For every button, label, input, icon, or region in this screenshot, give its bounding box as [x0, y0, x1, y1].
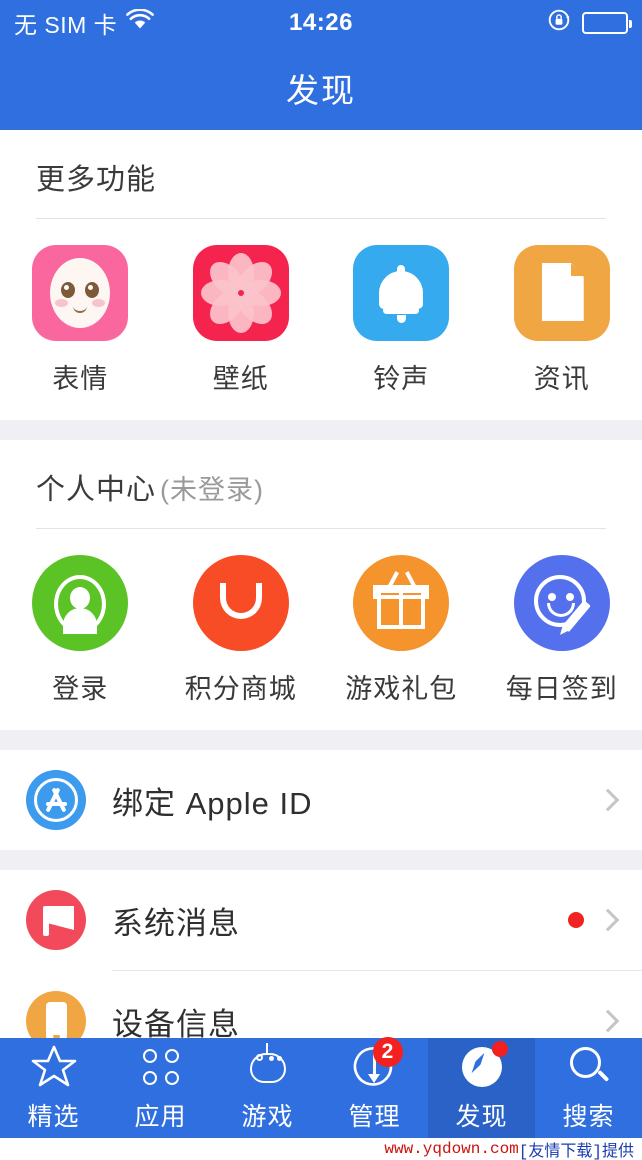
section-apple-id: 绑定 Apple ID — [0, 750, 642, 850]
grid-item-label: 登录 — [52, 674, 109, 704]
smile-bag-icon — [192, 555, 289, 651]
section-title: 个人中心 — [36, 474, 157, 506]
compass-icon — [458, 1041, 508, 1091]
grid-item-label: 资讯 — [533, 364, 590, 394]
tab-bar: 精选 应用 游戏 2 管理 发现 搜索 — [0, 1037, 642, 1138]
document-icon — [513, 245, 610, 341]
tab-manage[interactable]: 2 管理 — [321, 1037, 428, 1138]
grid-item-wallpaper[interactable]: 壁纸 — [161, 245, 322, 396]
tab-label: 游戏 — [241, 1103, 294, 1131]
row-label: 绑定 Apple ID — [112, 785, 313, 821]
unread-dot-badge — [568, 912, 584, 928]
section-header-more-features: 更多功能 — [0, 130, 642, 218]
tab-discover[interactable]: 发现 — [428, 1038, 535, 1138]
page-title: 发现 — [286, 72, 356, 109]
tab-label: 发现 — [455, 1103, 508, 1131]
grid-item-label: 每日签到 — [505, 674, 618, 704]
search-icon — [565, 1043, 613, 1091]
person-icon — [32, 555, 129, 651]
personal-center-grid: 登录 积分商城 游戏礼包 每日签到 — [0, 529, 642, 730]
tab-label: 精选 — [27, 1103, 80, 1131]
discover-dot-badge — [491, 1041, 508, 1057]
apps-grid-icon — [137, 1043, 185, 1091]
section-title: 更多功能 — [36, 164, 157, 196]
gift-icon — [353, 555, 450, 651]
watermark: www.yqdown.com [友情下载]提供 — [0, 1138, 642, 1160]
download-icon: 2 — [351, 1037, 403, 1091]
app-store-icon — [26, 770, 86, 830]
grid-item-login[interactable]: 登录 — [0, 555, 161, 706]
content-scroll[interactable]: 更多功能 表情 壁纸 铃声 资讯 个人中心 (未登录) 登录 积分商城 游戏礼包… — [0, 130, 642, 1160]
grid-item-news[interactable]: 资讯 — [482, 245, 642, 396]
grid-item-label: 壁纸 — [212, 364, 269, 394]
grid-item-label: 积分商城 — [184, 674, 297, 704]
row-accessory — [596, 788, 620, 812]
section-personal-center: 个人中心 (未登录) 登录 积分商城 游戏礼包 每日签到 — [0, 440, 642, 730]
bell-icon — [353, 245, 450, 341]
watermark-suffix: [友情下载]提供 — [518, 1143, 634, 1160]
section-subtitle: (未登录) — [160, 475, 264, 505]
tab-label: 搜索 — [562, 1103, 615, 1131]
tab-label: 应用 — [134, 1103, 187, 1131]
tab-search[interactable]: 搜索 — [535, 1038, 642, 1138]
tab-apps[interactable]: 应用 — [107, 1038, 214, 1138]
status-bar-right — [548, 8, 632, 38]
battery-icon — [582, 12, 632, 34]
more-features-grid: 表情 壁纸 铃声 资讯 — [0, 219, 642, 420]
section-gap — [0, 850, 642, 870]
tab-games[interactable]: 游戏 — [214, 1038, 321, 1138]
grid-item-label: 铃声 — [373, 364, 430, 394]
download-count-badge: 2 — [372, 1037, 403, 1067]
emoji-face-icon — [32, 245, 129, 341]
tab-featured[interactable]: 精选 — [0, 1038, 107, 1138]
grid-item-emoji[interactable]: 表情 — [0, 245, 161, 396]
chevron-right-icon — [596, 1009, 620, 1033]
star-icon — [30, 1043, 78, 1091]
row-bind-apple-id[interactable]: 绑定 Apple ID — [0, 750, 642, 850]
row-label: 设备信息 — [112, 1006, 240, 1042]
megaphone-icon — [26, 890, 86, 950]
grid-item-daily-checkin[interactable]: 每日签到 — [482, 555, 642, 706]
row-accessory — [568, 908, 620, 932]
row-label: 系统消息 — [112, 905, 240, 941]
row-system-message[interactable]: 系统消息 — [0, 870, 642, 970]
rotation-lock-icon — [548, 8, 572, 38]
grid-item-game-gift[interactable]: 游戏礼包 — [321, 555, 482, 706]
grid-item-label: 表情 — [52, 364, 109, 394]
grid-item-ringtone[interactable]: 铃声 — [321, 245, 482, 396]
nav-bar: 发现 — [0, 46, 642, 130]
smiley-pen-icon — [513, 555, 610, 651]
status-bar-clock: 14:26 — [289, 9, 353, 36]
tab-label: 管理 — [348, 1103, 401, 1131]
grid-item-points-mall[interactable]: 积分商城 — [161, 555, 322, 706]
section-header-personal-center: 个人中心 (未登录) — [0, 440, 642, 528]
app-screen: 无 SIM 卡 14:26 发现 更多功能 表情 壁纸 铃声 资讯 个人中心 (… — [0, 0, 642, 1160]
watermark-url: www.yqdown.com — [384, 1140, 519, 1158]
chevron-right-icon — [596, 908, 620, 932]
robot-icon — [244, 1043, 292, 1091]
flower-icon — [192, 245, 289, 341]
row-accessory — [596, 1009, 620, 1033]
chevron-right-icon — [596, 788, 620, 812]
section-more-features: 更多功能 表情 壁纸 铃声 资讯 — [0, 130, 642, 420]
status-bar: 无 SIM 卡 14:26 — [0, 0, 642, 46]
section-gap — [0, 730, 642, 750]
section-gap — [0, 420, 642, 440]
grid-item-label: 游戏礼包 — [345, 674, 458, 704]
